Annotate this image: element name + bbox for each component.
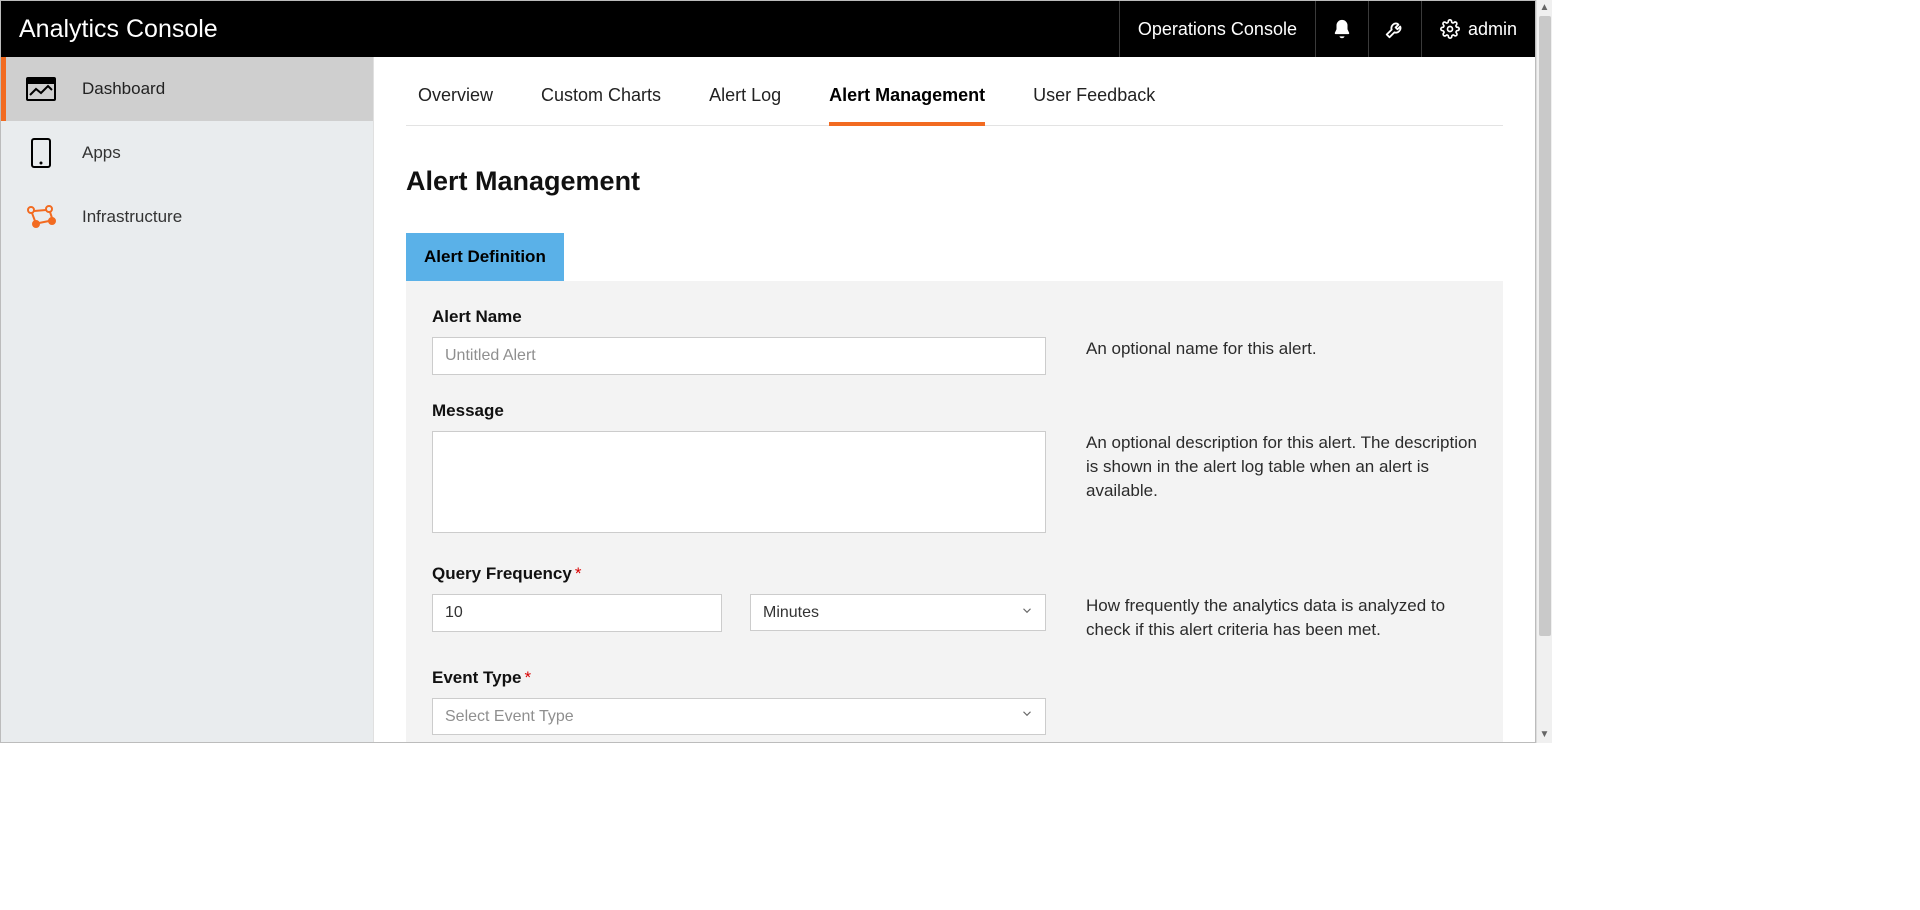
scroll-down-arrow-icon[interactable]: ▼ (1537, 727, 1553, 743)
query-frequency-value-input[interactable] (432, 594, 722, 632)
message-label: Message (432, 401, 1046, 421)
dashboard-icon (24, 72, 58, 106)
sidebar-item-label: Infrastructure (82, 207, 182, 227)
wrench-icon (1384, 18, 1406, 40)
device-icon (24, 136, 58, 170)
gear-icon (1440, 19, 1460, 39)
event-type-label: Event Type* (432, 668, 1046, 688)
admin-label: admin (1468, 19, 1517, 40)
tools-button[interactable] (1368, 1, 1421, 57)
alert-definition-panel: Alert Name An optional name for this ale… (406, 281, 1503, 742)
main-content: Overview Custom Charts Alert Log Alert M… (374, 57, 1535, 742)
sidebar-item-apps[interactable]: Apps (1, 121, 373, 185)
page-title: Alert Management (406, 166, 1503, 197)
tab-overview[interactable]: Overview (418, 71, 493, 126)
subtab-alert-definition[interactable]: Alert Definition (406, 233, 564, 281)
sidebar-item-dashboard[interactable]: Dashboard (1, 57, 373, 121)
query-frequency-unit-select[interactable]: Minutes (750, 594, 1046, 631)
sidebar-item-infrastructure[interactable]: Infrastructure (1, 185, 373, 249)
message-textarea[interactable] (432, 431, 1046, 533)
sidebar-item-label: Dashboard (82, 79, 165, 99)
brand-title: Analytics Console (19, 15, 218, 44)
tab-custom-charts[interactable]: Custom Charts (541, 71, 661, 126)
scroll-thumb[interactable] (1539, 16, 1551, 636)
notifications-button[interactable] (1315, 1, 1368, 57)
alert-name-input[interactable] (432, 337, 1046, 375)
operations-console-link[interactable]: Operations Console (1119, 1, 1315, 57)
sidebar: Dashboard Apps Infrastructure (1, 57, 374, 742)
sidebar-item-label: Apps (82, 143, 121, 163)
infrastructure-icon (24, 200, 58, 234)
topbar: Analytics Console Operations Console adm… (1, 1, 1535, 57)
query-frequency-help: How frequently the analytics data is ana… (1086, 564, 1477, 642)
required-mark: * (524, 668, 531, 687)
tab-user-feedback[interactable]: User Feedback (1033, 71, 1155, 126)
tab-alert-management[interactable]: Alert Management (829, 71, 985, 126)
event-type-select[interactable]: Select Event Type (432, 698, 1046, 735)
alert-name-label: Alert Name (432, 307, 1046, 327)
alert-name-help: An optional name for this alert. (1086, 307, 1477, 375)
main-tabs: Overview Custom Charts Alert Log Alert M… (406, 71, 1503, 126)
vertical-scrollbar[interactable]: ▲ ▼ (1536, 0, 1552, 743)
query-frequency-label: Query Frequency* (432, 564, 1046, 584)
bell-icon (1331, 18, 1353, 40)
required-mark: * (575, 564, 582, 583)
scroll-up-arrow-icon[interactable]: ▲ (1537, 0, 1553, 16)
admin-menu[interactable]: admin (1421, 1, 1535, 57)
tab-alert-log[interactable]: Alert Log (709, 71, 781, 126)
message-help: An optional description for this alert. … (1086, 401, 1477, 538)
